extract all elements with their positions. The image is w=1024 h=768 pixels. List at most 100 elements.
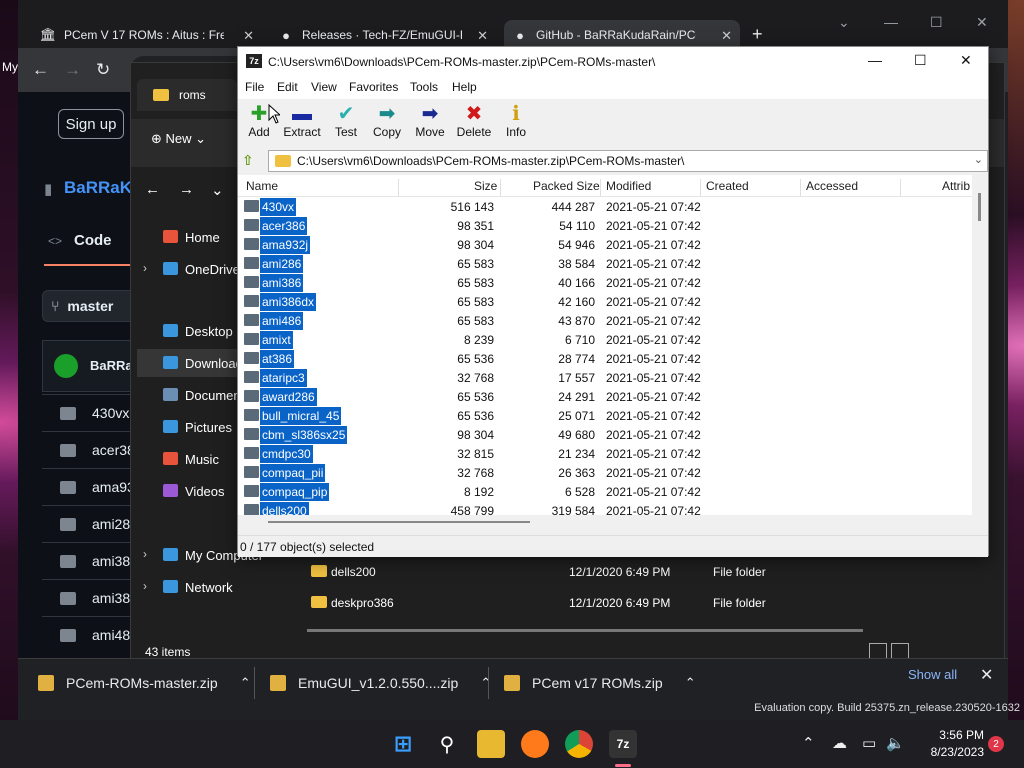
explorer-tab[interactable]: roms — [137, 79, 237, 111]
column-created[interactable]: Created — [706, 179, 749, 193]
menu-edit[interactable]: Edit — [277, 80, 298, 94]
test-button[interactable]: ✔ Test — [332, 103, 360, 139]
maximize-icon[interactable]: ☐ — [930, 14, 943, 31]
menu-file[interactable]: File — [245, 80, 264, 94]
table-row[interactable]: deskpro386 12/1/2020 6:49 PM File folder — [307, 588, 867, 618]
signup-button[interactable]: Sign up — [58, 109, 124, 139]
horizontal-scrollbar[interactable] — [307, 629, 863, 632]
table-row[interactable]: bull_micral_45 65 536 25 071 2021-05-21 07:… — [238, 406, 972, 425]
chevron-down-icon[interactable]: ⌄ — [211, 181, 224, 199]
chevron-up-icon[interactable]: ⌃ — [685, 675, 696, 691]
sidebar-item-onedrive[interactable]: OneDrive — [163, 255, 240, 283]
column-size[interactable]: Size — [474, 179, 497, 193]
menu-help[interactable]: Help — [452, 80, 477, 94]
table-row[interactable]: compaq_pip 8 192 6 528 2021-05-21 07:42 — [238, 482, 972, 501]
back-icon[interactable]: ← — [145, 181, 160, 198]
chevron-right-icon[interactable]: › — [143, 547, 147, 561]
tab-search-icon[interactable]: ⌄ — [838, 14, 850, 31]
chevron-up-icon[interactable]: ⌃ — [480, 675, 491, 691]
table-row[interactable]: cmdpc30 32 815 21 234 2021-05-21 07:42 — [238, 444, 972, 463]
copy-button[interactable]: ➡ Copy — [372, 103, 402, 139]
download-item[interactable]: PCem v17 ROMs.zip ⌃ — [504, 665, 696, 701]
column-attrib[interactable]: Attrib — [942, 179, 970, 193]
close-icon[interactable]: ✕ — [721, 28, 732, 44]
menu-view[interactable]: View — [311, 80, 337, 94]
download-item[interactable]: EmuGUI_v1.2.0.550....zip ⌃ — [270, 665, 491, 701]
column-name[interactable]: Name — [246, 179, 278, 193]
chrome-icon[interactable] — [565, 730, 593, 758]
close-icon[interactable]: ✕ — [243, 28, 254, 44]
browser-tab-archive[interactable]: 🏛 PCem V 17 ROMs : Aitus : Free Download… — [32, 20, 262, 50]
delete-button[interactable]: ✖ Delete — [456, 103, 492, 139]
table-row[interactable]: acer386 98 351 54 110 2021-05-21 07:42 — [238, 216, 972, 235]
menu-favorites[interactable]: Favorites — [349, 80, 398, 94]
menu-tools[interactable]: Tools — [410, 80, 438, 94]
file-explorer-icon[interactable] — [477, 730, 505, 758]
sidebar-item-pictures[interactable]: Pictures — [163, 413, 232, 441]
table-row[interactable]: ami386dx 65 583 42 160 2021-05-21 07:42 — [238, 292, 972, 311]
chevron-up-icon[interactable]: ⌃ — [240, 675, 251, 691]
commit-author[interactable]: BaRRa — [90, 358, 133, 373]
table-row[interactable]: dells200 458 799 319 584 2021-05-21 07:42 — [238, 501, 972, 515]
table-row[interactable]: cbm_sl386sx25 98 304 49 680 2021-05-21 07:4… — [238, 425, 972, 444]
search-icon[interactable]: ⚲ — [433, 730, 461, 758]
sidebar-item-videos[interactable]: Videos — [163, 477, 225, 505]
sidebar-item-home[interactable]: Home — [163, 223, 220, 251]
tiles-view-button[interactable] — [891, 643, 909, 659]
sidebar-item-network[interactable]: Network — [163, 573, 233, 601]
table-row[interactable]: award286 65 536 24 291 2021-05-21 07:42 — [238, 387, 972, 406]
sidebar-item-music[interactable]: Music — [163, 445, 219, 473]
close-icon[interactable]: ✕ — [477, 28, 488, 44]
close-icon[interactable]: ✕ — [980, 665, 993, 685]
folder-up-icon[interactable]: ⇧ — [242, 152, 260, 170]
forward-icon[interactable]: → — [64, 60, 81, 80]
chevron-right-icon[interactable]: › — [143, 579, 147, 593]
clock[interactable]: 3:56 PM 8/23/2023 — [914, 727, 984, 761]
close-window-icon[interactable]: ✕ — [976, 14, 988, 31]
chevron-up-icon[interactable]: ⌃ — [802, 734, 815, 752]
column-accessed[interactable]: Accessed — [806, 179, 858, 193]
chevron-down-icon[interactable]: ⌄ — [974, 153, 983, 166]
chevron-right-icon[interactable]: › — [143, 261, 147, 275]
minimize-icon[interactable]: — — [884, 14, 898, 30]
display-icon[interactable]: ▭ — [862, 734, 876, 752]
column-modified[interactable]: Modified — [606, 179, 651, 193]
sidebar-item-desktop[interactable]: Desktop — [163, 317, 233, 345]
close-window-icon[interactable]: ✕ — [960, 52, 972, 69]
minimize-icon[interactable]: — — [868, 52, 882, 68]
table-row[interactable]: ami386 65 583 40 166 2021-05-21 07:42 — [238, 273, 972, 292]
table-row[interactable]: amixt 8 239 6 710 2021-05-21 07:42 — [238, 330, 972, 349]
table-row[interactable]: ami286 65 583 38 584 2021-05-21 07:42 — [238, 254, 972, 273]
repo-name[interactable]: BaRRaK — [64, 178, 132, 198]
new-button[interactable]: ⊕ New ⌄ — [151, 131, 206, 147]
table-row[interactable]: 430vx 516 143 444 287 2021-05-21 07:42 — [238, 197, 972, 216]
path-field[interactable]: C:\Users\vm6\Downloads\PCem-ROMs-master.… — [268, 150, 988, 172]
table-row[interactable]: ama932j 98 304 54 946 2021-05-21 07:42 — [238, 235, 972, 254]
table-row[interactable]: ami486 65 583 43 870 2021-05-21 07:42 — [238, 311, 972, 330]
column-packed-size[interactable]: Packed Size — [533, 179, 600, 193]
table-row[interactable]: dells200 12/1/2020 6:49 PM File folder — [307, 557, 867, 587]
network-off-icon[interactable]: ☁ — [832, 734, 847, 752]
forward-icon[interactable]: → — [179, 181, 194, 198]
notification-badge[interactable]: 2 — [988, 736, 1004, 752]
info-button[interactable]: ℹ Info — [504, 103, 528, 139]
vertical-scrollbar[interactable] — [972, 175, 988, 529]
table-row[interactable]: compaq_pii 32 768 26 363 2021-05-21 07:42 — [238, 463, 972, 482]
7zip-icon[interactable]: 7z — [609, 730, 637, 758]
move-button[interactable]: ➡ Move — [414, 103, 446, 139]
firefox-icon[interactable] — [521, 730, 549, 758]
maximize-icon[interactable]: ☐ — [914, 52, 927, 69]
scroll-thumb[interactable] — [268, 521, 530, 523]
table-row[interactable]: at386 65 536 28 774 2021-05-21 07:42 — [238, 349, 972, 368]
show-all-link[interactable]: Show all — [908, 667, 957, 682]
scroll-thumb[interactable] — [978, 193, 981, 221]
back-icon[interactable]: ← — [32, 60, 49, 80]
volume-icon[interactable]: 🔈 — [886, 734, 905, 752]
details-view-button[interactable] — [869, 643, 887, 659]
reload-icon[interactable]: ↻ — [96, 60, 110, 80]
tab-code[interactable]: Code — [74, 232, 112, 249]
table-row[interactable]: ataripc3 32 768 17 557 2021-05-21 07:42 — [238, 368, 972, 387]
new-tab-button[interactable]: + — [752, 24, 763, 45]
horizontal-scrollbar[interactable] — [238, 515, 972, 529]
extract-button[interactable]: ▬ Extract — [282, 103, 322, 139]
